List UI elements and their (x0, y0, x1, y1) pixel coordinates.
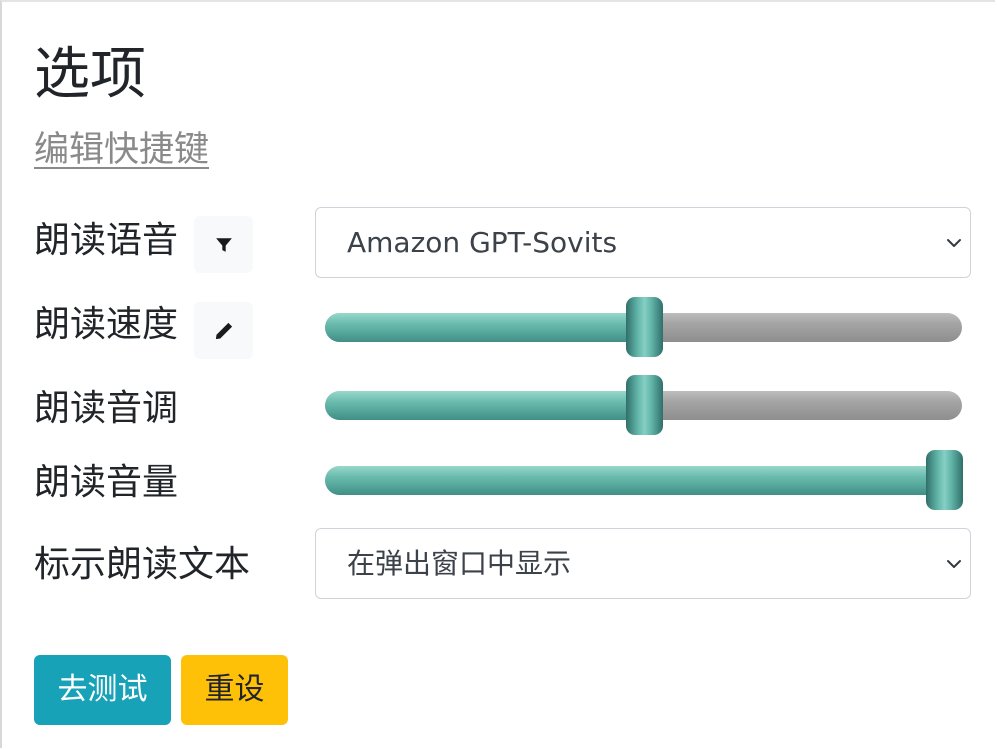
options-page: 选项 编辑快捷键 朗读语音 Amazon GPT-Sovits 朗读速度 朗读音… (0, 0, 995, 748)
pitch-slider[interactable] (325, 375, 962, 437)
highlight-select-value: 在弹出窗口中显示 (347, 547, 572, 580)
highlight-select[interactable]: 在弹出窗口中显示 (315, 528, 971, 599)
rate-slider[interactable] (325, 297, 962, 359)
slider-thumb[interactable] (625, 375, 663, 435)
slider-track (325, 466, 962, 495)
volume-label: 朗读音量 (34, 462, 179, 503)
voice-select-value: Amazon GPT-Sovits (347, 226, 618, 259)
test-button[interactable]: 去测试 (34, 655, 171, 725)
slider-fill (325, 313, 644, 342)
slider-thumb[interactable] (926, 450, 963, 510)
chevron-down-icon (947, 560, 961, 568)
slider-thumb[interactable] (625, 297, 663, 357)
pitch-label: 朗读音调 (34, 388, 179, 429)
slider-fill (325, 391, 644, 420)
reset-button[interactable]: 重设 (181, 655, 288, 725)
chevron-down-icon (947, 239, 961, 247)
pencil-icon (215, 322, 232, 339)
filter-icon (215, 237, 232, 252)
page-title: 选项 (34, 42, 146, 107)
rate-label: 朗读速度 (34, 304, 179, 345)
slider-fill (325, 466, 944, 495)
volume-slider[interactable] (325, 450, 963, 512)
voice-select[interactable]: Amazon GPT-Sovits (315, 207, 971, 278)
highlight-label: 标示朗读文本 (34, 544, 251, 585)
voice-label: 朗读语音 (34, 220, 179, 261)
voice-filter-button[interactable] (194, 216, 253, 273)
edit-shortcuts-link[interactable]: 编辑快捷键 (34, 128, 209, 172)
rate-edit-button[interactable] (194, 302, 253, 359)
